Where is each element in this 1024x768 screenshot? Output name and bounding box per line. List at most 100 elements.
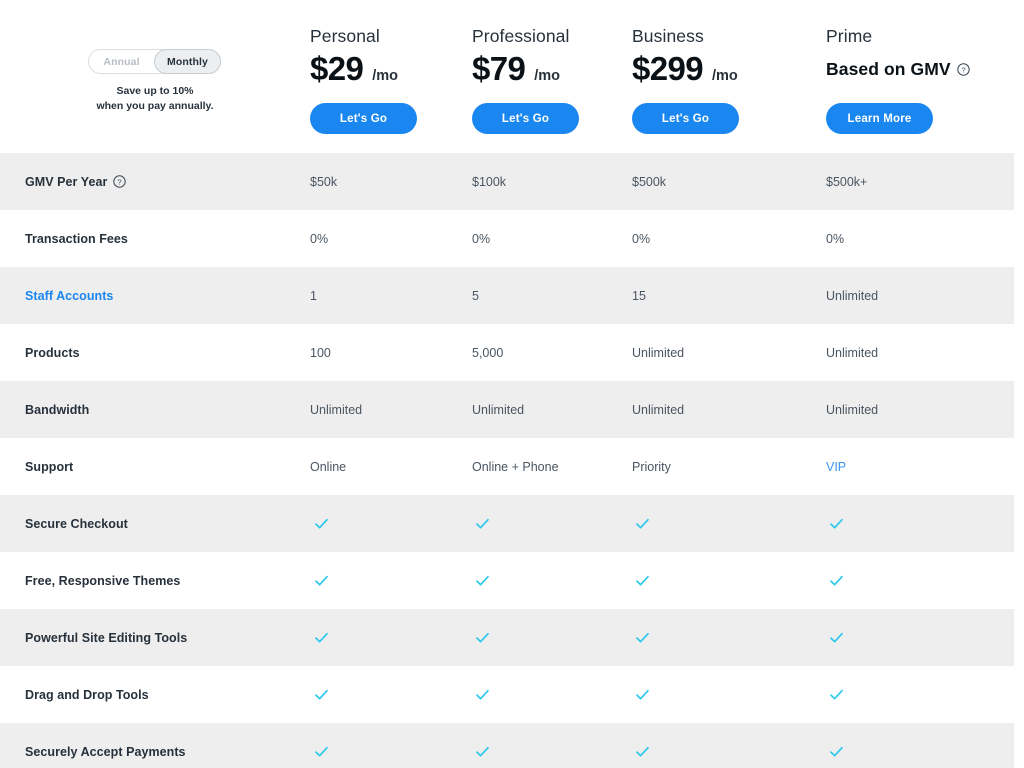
pricing-header: Annual Monthly Save up to 10% when you p… [0, 0, 1024, 153]
plan-price-period: /mo [372, 68, 399, 84]
feature-value: Unlimited [826, 402, 879, 417]
feature-value: $50k [310, 174, 338, 189]
plan-price-period: /mo [712, 68, 738, 84]
check-icon [829, 687, 844, 702]
plan-price-period: /mo [534, 68, 561, 84]
feature-label: Support [25, 460, 73, 474]
feature-value: Online + Phone [472, 459, 559, 474]
plan-price-amount: $79 [472, 50, 526, 87]
feature-value-link[interactable]: VIP [826, 460, 846, 474]
feature-label-text: Powerful Site Editing Tools [25, 630, 188, 645]
check-icon [475, 573, 490, 588]
table-row: Powerful Site Editing Tools [0, 609, 1014, 666]
check-icon [475, 744, 490, 759]
table-row: Free, Responsive Themes [0, 552, 1014, 609]
feature-label: Products [25, 346, 80, 360]
check-icon [635, 573, 650, 588]
check-icon [475, 630, 490, 645]
feature-label-text: Bandwidth [25, 402, 90, 417]
check-icon [314, 744, 329, 759]
billing-period-toggle[interactable]: Annual Monthly [88, 49, 221, 74]
table-row: Transaction Fees 0% 0% 0% 0% [0, 210, 1014, 267]
check-icon [635, 630, 650, 645]
svg-text:?: ? [961, 65, 965, 74]
feature-value: $500k+ [826, 174, 868, 189]
feature-label-text: Free, Responsive Themes [25, 573, 181, 588]
savings-note-line-1: Save up to 10% [116, 85, 194, 97]
savings-note: Save up to 10% when you pay annually. [60, 84, 250, 114]
plan-cta-button-business[interactable]: Let's Go [632, 103, 739, 134]
plan-name: Business [632, 26, 704, 46]
toggle-option-monthly[interactable]: Monthly [154, 49, 221, 74]
table-row: Products 100 5,000 Unlimited Unlimited [0, 324, 1014, 381]
table-row: Drag and Drop Tools [0, 666, 1014, 723]
feature-value: 5 [472, 288, 479, 303]
feature-value: Unlimited [632, 345, 685, 360]
feature-value: $500k [632, 174, 667, 189]
plan-cta-button-prime[interactable]: Learn More [826, 103, 933, 134]
table-row: Secure Checkout [0, 495, 1014, 552]
feature-label-text: Support [25, 459, 74, 474]
feature-label: Drag and Drop Tools [25, 688, 149, 702]
check-icon [314, 687, 329, 702]
plan-price-row: $29/mo [310, 50, 398, 88]
check-icon [635, 687, 650, 702]
feature-label[interactable]: Staff Accounts [25, 289, 113, 303]
feature-value: Unlimited [310, 402, 363, 417]
feature-value: Priority [632, 459, 671, 474]
help-icon[interactable]: ? [113, 175, 127, 188]
feature-value: Unlimited [632, 402, 685, 417]
feature-label: GMV Per Year? [25, 174, 127, 189]
table-row: Staff Accounts 1 5 15 Unlimited [0, 267, 1014, 324]
feature-value: 0% [632, 231, 651, 246]
feature-label-text: Staff Accounts [25, 288, 114, 303]
check-icon [635, 516, 650, 531]
feature-label-text: Drag and Drop Tools [25, 687, 149, 702]
check-icon [314, 630, 329, 645]
plan-price-row: $299/mo [632, 50, 738, 88]
plan-price-row: $79/mo [472, 50, 560, 88]
plan-price-amount: $299 [632, 50, 704, 87]
check-icon [829, 573, 844, 588]
feature-value: Unlimited [826, 288, 879, 303]
plan-cta-button-personal[interactable]: Let's Go [310, 103, 417, 134]
feature-value: Online [310, 459, 347, 474]
table-row: Securely Accept Payments [0, 723, 1014, 768]
table-row: Support Online Online + Phone Priority VIP [0, 438, 1014, 495]
feature-label-text: Securely Accept Payments [25, 744, 186, 759]
feature-value: 0% [472, 231, 491, 246]
table-row: GMV Per Year? $50k $100k $500k $500k+ [0, 153, 1014, 210]
help-icon[interactable]: ? [957, 63, 970, 76]
feature-value: 0% [826, 231, 845, 246]
feature-label: Powerful Site Editing Tools [25, 631, 187, 645]
feature-label-text: GMV Per Year [25, 174, 108, 189]
feature-value: $100k [472, 174, 507, 189]
plan-custom-price: Based on GMV? [826, 59, 970, 80]
plan-custom-price-text: Based on GMV [826, 59, 951, 79]
table-row: Bandwidth Unlimited Unlimited Unlimited Unli… [0, 381, 1014, 438]
feature-value: 15 [632, 288, 646, 303]
toggle-option-annual[interactable]: Annual [89, 50, 154, 73]
feature-value: 5,000 [472, 345, 504, 360]
feature-label-text: Secure Checkout [25, 516, 128, 531]
check-icon [314, 573, 329, 588]
feature-value: 0% [310, 231, 329, 246]
feature-label: Transaction Fees [25, 232, 128, 246]
feature-label-text: Transaction Fees [25, 231, 128, 246]
feature-value: 1 [310, 288, 317, 303]
plan-name: Professional [472, 26, 570, 46]
pricing-feature-table: GMV Per Year? $50k $100k $500k $500k+ Transac… [0, 153, 1024, 768]
feature-label: Securely Accept Payments [25, 745, 186, 759]
feature-value: Unlimited [472, 402, 525, 417]
check-icon [635, 744, 650, 759]
feature-label: Secure Checkout [25, 517, 128, 531]
plan-name: Personal [310, 26, 380, 46]
feature-label: Free, Responsive Themes [25, 574, 180, 588]
feature-label: Bandwidth [25, 403, 89, 417]
check-icon [829, 516, 844, 531]
check-icon [829, 744, 844, 759]
feature-value: Unlimited [826, 345, 879, 360]
billing-toggle-cell: Annual Monthly Save up to 10% when you p… [0, 0, 310, 153]
plan-cta-button-professional[interactable]: Let's Go [472, 103, 579, 134]
savings-note-line-2: when you pay annually. [96, 100, 214, 112]
